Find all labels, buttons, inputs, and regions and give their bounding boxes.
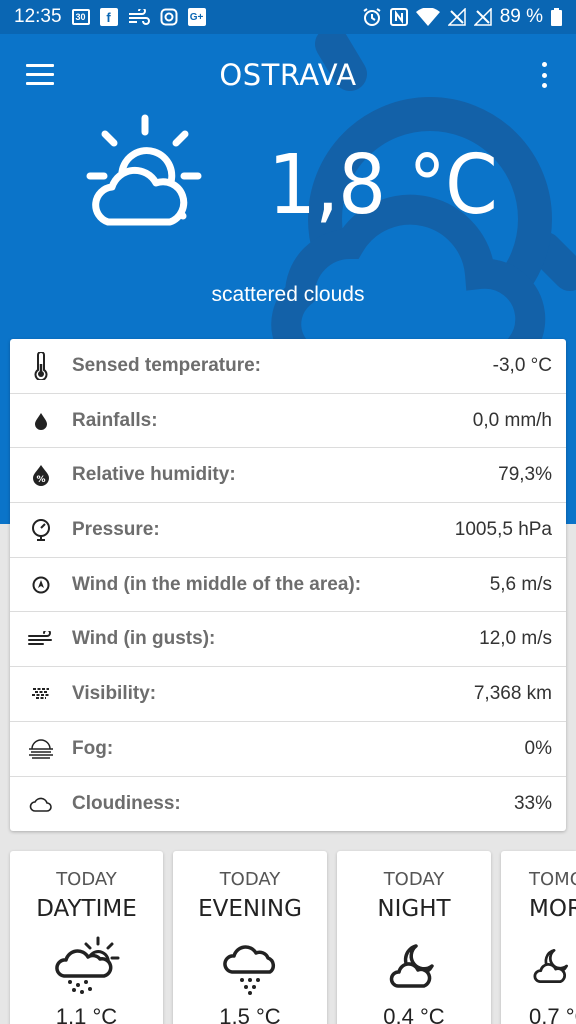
detail-row-sensed-temperature: Sensed temperature: -3,0 °C — [10, 339, 566, 394]
detail-label: Visibility: — [72, 682, 157, 704]
forecast-temp: 1,1 °C — [55, 1004, 118, 1024]
detail-label: Pressure: — [72, 518, 160, 540]
more-options-icon[interactable] — [534, 60, 554, 90]
moon-cloud-icon — [389, 944, 434, 988]
forecast-day: TOMORROW — [529, 869, 576, 890]
detail-value: 5,6 m/s — [489, 573, 552, 595]
detail-row-cloudiness: Cloudiness: 33% — [10, 777, 566, 832]
forecast-card-tomorrow-morning[interactable]: TOMORROW MORNING 0,7 °C — [501, 851, 576, 1024]
no-signal-icon — [447, 8, 466, 26]
status-bar: 12:35 30 f G+ 89 % — [0, 0, 576, 34]
detail-value: -3,0 °C — [492, 354, 552, 376]
app-bar: OSTRAVA — [0, 34, 576, 114]
wind-gust-icon — [28, 631, 52, 646]
detail-row-wind-middle: Wind (in the middle of the area): 5,6 m/… — [10, 558, 566, 613]
fog-icon — [29, 738, 53, 759]
svg-text:%: % — [36, 475, 45, 485]
forecast-day: TODAY — [219, 869, 281, 890]
detail-label: Sensed temperature: — [72, 354, 262, 376]
forecast-period: EVENING — [198, 896, 302, 922]
detail-label: Relative humidity: — [72, 464, 236, 486]
detail-value: 1005,5 hPa — [454, 518, 552, 540]
detail-value: 0% — [524, 737, 552, 759]
current-temperature: 1,8 °C — [268, 138, 498, 233]
wind-compass-icon — [32, 576, 50, 594]
sun-cloud-snow-icon — [54, 936, 119, 994]
weather-description: scattered clouds — [211, 283, 365, 306]
forecast-day: TODAY — [383, 869, 445, 890]
detail-row-relative-humidity: % Relative humidity: 79,3% — [10, 448, 566, 504]
weather-details-card: Sensed temperature: -3,0 °C Rainfalls: 0… — [10, 339, 566, 831]
google-plus-notification-icon: G+ — [187, 8, 206, 26]
calendar-notification-icon: 30 — [71, 9, 90, 25]
detail-row-visibility: Visibility: 7,368 km — [10, 667, 566, 722]
cloud-icon — [29, 797, 52, 812]
nfc-icon — [389, 8, 408, 26]
detail-label: Wind (in gusts): — [72, 628, 216, 650]
forecast-period: NIGHT — [377, 896, 451, 922]
forecast-temp: 1,5 °C — [219, 1004, 281, 1024]
status-time: 12:35 — [14, 6, 62, 27]
facebook-notification-icon: f — [99, 8, 118, 26]
forecast-period: MORNING — [529, 896, 576, 922]
calendar-day: 30 — [75, 12, 86, 22]
forecast-temp: 0,4 °C — [383, 1004, 445, 1024]
raindrop-icon — [35, 412, 47, 430]
battery-percentage: 89 % — [499, 6, 543, 27]
detail-row-rainfalls: Rainfalls: 0,0 mm/h — [10, 394, 566, 449]
detail-value: 0,0 mm/h — [472, 409, 552, 431]
no-signal-icon-2 — [473, 8, 492, 26]
humidity-icon: % — [33, 465, 49, 487]
detail-row-pressure: Pressure: 1005,5 hPa — [10, 503, 566, 558]
visibility-icon — [32, 687, 50, 699]
detail-value: 12,0 m/s — [479, 628, 552, 650]
detail-value: 7,368 km — [473, 682, 552, 704]
forecast-temp: 0,7 °C — [529, 1004, 576, 1024]
instagram-notification-icon — [160, 8, 178, 26]
detail-row-wind-gusts: Wind (in gusts): 12,0 m/s — [10, 612, 566, 668]
detail-label: Rainfalls: — [72, 409, 158, 431]
cloud-snow-icon — [223, 945, 275, 995]
forecast-card-today-night[interactable]: TODAY NIGHT 0,4 °C — [337, 851, 491, 1024]
sun-cloud-icon — [86, 114, 202, 226]
detail-row-fog: Fog: 0% — [10, 722, 566, 777]
wifi-icon — [415, 8, 440, 26]
forecast-period: DAYTIME — [36, 896, 137, 922]
wind-notification-icon — [128, 9, 150, 25]
moon-cloud-icon — [533, 948, 568, 984]
battery-icon — [551, 8, 562, 26]
detail-value: 33% — [513, 792, 552, 814]
forecast-day: TODAY — [56, 869, 117, 890]
thermometer-icon — [34, 351, 48, 380]
detail-value: 79,3% — [498, 464, 552, 486]
forecast-card-today-daytime[interactable]: TODAY DAYTIME 1,1 °C — [10, 851, 163, 1024]
pressure-gauge-icon — [32, 518, 50, 541]
detail-label: Wind (in the middle of the area): — [72, 573, 362, 595]
detail-label: Fog: — [72, 737, 114, 759]
detail-label: Cloudiness: — [72, 792, 181, 814]
alarm-icon — [363, 8, 381, 26]
forecast-card-today-evening[interactable]: TODAY EVENING 1,5 °C — [173, 851, 327, 1024]
city-title: OSTRAVA — [219, 58, 357, 92]
